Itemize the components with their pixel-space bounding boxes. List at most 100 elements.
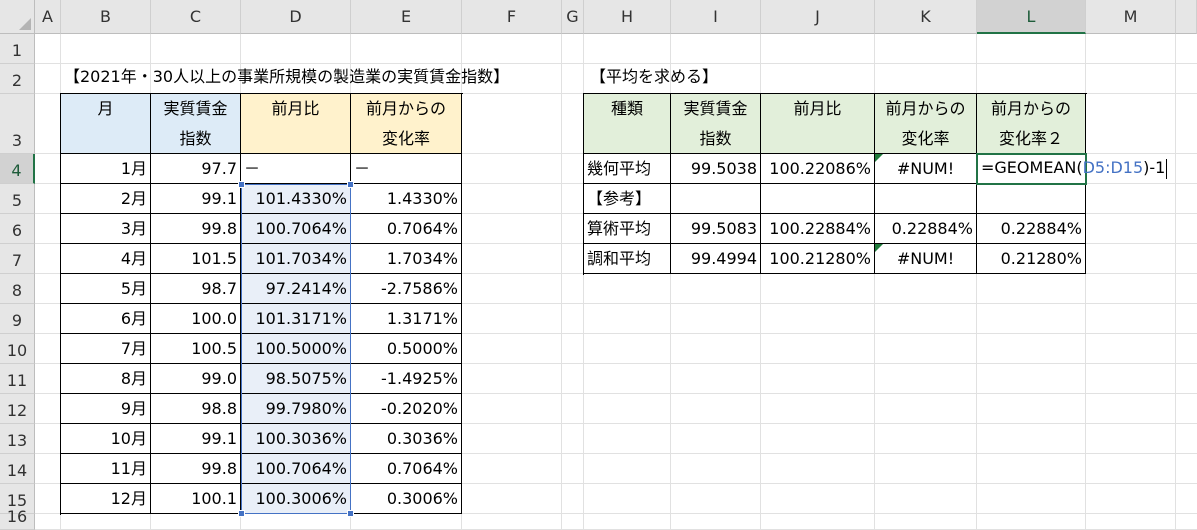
row-header-7[interactable]: 7 bbox=[0, 244, 35, 274]
cell-mom-ratio[interactable]: 101.4330% bbox=[241, 184, 351, 214]
cell-month[interactable]: 4月 bbox=[61, 244, 151, 274]
cell-mom-ratio[interactable]: 98.5075% bbox=[241, 364, 351, 394]
cell-mom-ratio[interactable]: 100.3036% bbox=[241, 424, 351, 454]
header-real-wage-index[interactable]: 実質賃金 指数 bbox=[671, 94, 761, 154]
cell-type[interactable]: 算術平均 bbox=[584, 214, 671, 244]
column-header-j[interactable]: J bbox=[761, 0, 875, 34]
cell-index[interactable]: 98.7 bbox=[151, 274, 241, 304]
cell-index[interactable]: 99.5038 bbox=[671, 154, 761, 184]
cell-index[interactable]: 99.5083 bbox=[671, 214, 761, 244]
cell-change-rate[interactable]: 1.3171% bbox=[351, 304, 462, 334]
cell-month[interactable]: 5月 bbox=[61, 274, 151, 304]
cell-change-rate[interactable]: 0.3006% bbox=[351, 484, 462, 514]
cell-month[interactable]: 6月 bbox=[61, 304, 151, 334]
active-cell-formula-editor[interactable]: =GEOMEAN(D5:D15)-1 bbox=[976, 153, 1168, 185]
column-header-h[interactable]: H bbox=[584, 0, 671, 34]
cell-change-rate[interactable]: 1.7034% bbox=[351, 244, 462, 274]
cell-mom-ratio[interactable]: 100.22086% bbox=[761, 154, 875, 184]
header-change-rate[interactable]: 前月からの 変化率 bbox=[351, 94, 462, 154]
header-change-rate-2[interactable]: 前月からの 変化率２ bbox=[977, 94, 1086, 154]
row-header-8[interactable]: 8 bbox=[0, 274, 35, 304]
cell-index[interactable]: 98.8 bbox=[151, 394, 241, 424]
row-header-6[interactable]: 6 bbox=[0, 214, 35, 244]
row-header-2[interactable]: 2 bbox=[0, 64, 35, 94]
cell-month[interactable]: 2月 bbox=[61, 184, 151, 214]
cell-change-rate[interactable]: 1.4330% bbox=[351, 184, 462, 214]
cell-index[interactable]: 99.1 bbox=[151, 184, 241, 214]
cell-change-rate[interactable]: 0.5000% bbox=[351, 334, 462, 364]
column-header-d[interactable]: D bbox=[241, 0, 351, 34]
cell-index[interactable]: 99.8 bbox=[151, 454, 241, 484]
cell-type[interactable]: 幾何平均 bbox=[584, 154, 671, 184]
cell-index[interactable]: 100.1 bbox=[151, 484, 241, 514]
cell-type[interactable]: 【参考】 bbox=[584, 184, 671, 214]
cell-mom-ratio[interactable]: 101.7034% bbox=[241, 244, 351, 274]
cell-month[interactable]: 12月 bbox=[61, 484, 151, 514]
range-resize-handle[interactable] bbox=[347, 181, 354, 188]
cell-index[interactable]: 99.4994 bbox=[671, 244, 761, 274]
cell-mom-ratio[interactable]: 100.7064% bbox=[241, 214, 351, 244]
cell-mom-ratio[interactable]: 100.3006% bbox=[241, 484, 351, 514]
cell-change-rate-2[interactable]: 0.22884% bbox=[977, 214, 1086, 244]
cell-month[interactable]: 9月 bbox=[61, 394, 151, 424]
range-resize-handle[interactable] bbox=[238, 181, 245, 188]
cell-mom-ratio[interactable]: 99.7980% bbox=[241, 394, 351, 424]
row-header-10[interactable]: 10 bbox=[0, 334, 35, 364]
cell-mom-ratio[interactable]: 100.22884% bbox=[761, 214, 875, 244]
cell-index[interactable]: 99.1 bbox=[151, 424, 241, 454]
column-header-b[interactable]: B bbox=[61, 0, 151, 34]
column-header-f[interactable]: F bbox=[462, 0, 562, 34]
cell-change-rate[interactable]: #NUM! bbox=[875, 244, 977, 274]
cell-index[interactable]: 99.8 bbox=[151, 214, 241, 244]
cell-change-rate[interactable]: #NUM! bbox=[875, 154, 977, 184]
row-header-1[interactable]: 1 bbox=[0, 34, 35, 64]
row-header-3[interactable]: 3 bbox=[0, 94, 35, 154]
cell-month[interactable]: 1月 bbox=[61, 154, 151, 184]
cell-change-rate[interactable]: -2.7586% bbox=[351, 274, 462, 304]
cell-change-rate[interactable]: 0.3036% bbox=[351, 424, 462, 454]
cell-type[interactable]: 調和平均 bbox=[584, 244, 671, 274]
cell-mom-ratio[interactable]: 100.21280% bbox=[761, 244, 875, 274]
row-header-13[interactable]: 13 bbox=[0, 424, 35, 454]
header-change-rate[interactable]: 前月からの 変化率 bbox=[875, 94, 977, 154]
error-indicator-icon[interactable] bbox=[875, 244, 883, 252]
cell-change-rate[interactable]: -0.2020% bbox=[351, 394, 462, 424]
header-mom-ratio[interactable]: 前月比 bbox=[241, 94, 351, 154]
select-all-corner[interactable] bbox=[0, 0, 35, 34]
cell-mom-ratio[interactable]: 100.5000% bbox=[241, 334, 351, 364]
cell-month[interactable]: 3月 bbox=[61, 214, 151, 244]
cell-change-rate-2[interactable] bbox=[977, 184, 1086, 214]
cell-mom-ratio[interactable]: 97.2414% bbox=[241, 274, 351, 304]
column-header-l[interactable]: L bbox=[977, 0, 1086, 34]
column-header-m[interactable]: M bbox=[1086, 0, 1176, 34]
row-header-5[interactable]: 5 bbox=[0, 184, 35, 214]
column-header-g[interactable]: G bbox=[562, 0, 584, 34]
cell-month[interactable]: 8月 bbox=[61, 364, 151, 394]
cell-change-rate[interactable]: 0.7064% bbox=[351, 454, 462, 484]
cell-month[interactable]: 10月 bbox=[61, 424, 151, 454]
cell-mom-ratio[interactable]: － bbox=[241, 154, 351, 184]
cell-month[interactable]: 7月 bbox=[61, 334, 151, 364]
cell-index[interactable]: 101.5 bbox=[151, 244, 241, 274]
cell-change-rate[interactable]: -1.4925% bbox=[351, 364, 462, 394]
row-header-4[interactable]: 4 bbox=[0, 154, 35, 184]
cell-change-rate[interactable]: － bbox=[351, 154, 462, 184]
range-resize-handle[interactable] bbox=[238, 510, 245, 517]
cell-index[interactable]: 99.0 bbox=[151, 364, 241, 394]
header-month[interactable]: 月 bbox=[61, 94, 151, 154]
cell-change-rate-2[interactable]: 0.21280% bbox=[977, 244, 1086, 274]
column-header-a[interactable]: A bbox=[35, 0, 61, 34]
header-mom-ratio[interactable]: 前月比 bbox=[761, 94, 875, 154]
cell-change-rate[interactable]: 0.7064% bbox=[351, 214, 462, 244]
row-header-11[interactable]: 11 bbox=[0, 364, 35, 394]
spreadsheet[interactable]: ABCDEFGHIJKLM 1 2 3 4 5 6 7 8 9 10 11 12 13 14 15 16 【2… bbox=[0, 0, 1197, 530]
cell-index[interactable]: 100.5 bbox=[151, 334, 241, 364]
row-header-16[interactable]: 16 bbox=[0, 507, 35, 530]
column-header-c[interactable]: C bbox=[151, 0, 241, 34]
cell-mom-ratio[interactable]: 100.7064% bbox=[241, 454, 351, 484]
cell-mom-ratio[interactable]: 101.3171% bbox=[241, 304, 351, 334]
column-header-e[interactable]: E bbox=[351, 0, 462, 34]
column-header-i[interactable]: I bbox=[671, 0, 761, 34]
range-resize-handle[interactable] bbox=[347, 510, 354, 517]
row-header-12[interactable]: 12 bbox=[0, 394, 35, 424]
